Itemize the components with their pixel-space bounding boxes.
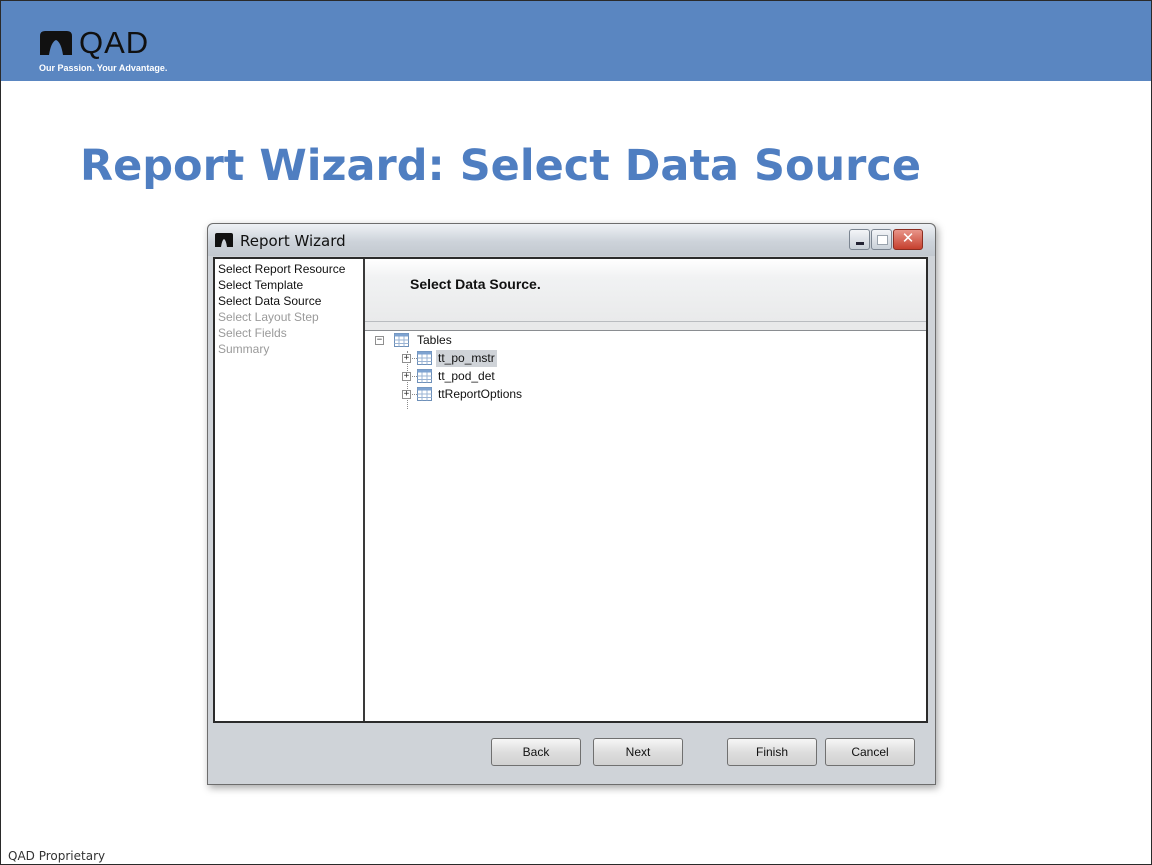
expand-icon[interactable]: + [402,390,411,399]
footer-text: QAD Proprietary [8,849,106,863]
step-select-template: Select Template [218,278,304,292]
tree-node-label: tt_po_mstr [436,350,497,367]
tree-node-tt-po-mstr[interactable]: + tt_po_mstr [402,350,602,368]
header-separator [365,322,926,331]
window-title: Report Wizard [240,232,346,250]
slide: QAD Our Passion. Your Advantage. Report … [0,0,1152,865]
step-select-fields: Select Fields [218,326,287,340]
table-icon [417,351,432,365]
wizard-button-bar: Back Next Finish Cancel [208,724,935,784]
back-button[interactable]: Back [491,738,581,766]
close-icon: ✕ [901,229,915,247]
table-icon [417,387,432,401]
cancel-button[interactable]: Cancel [825,738,915,766]
tree-node-ttreportoptions[interactable]: + ttReportOptions [402,386,622,404]
maximize-button[interactable] [871,229,892,250]
maximize-icon [877,235,888,245]
step-select-layout-step: Select Layout Step [218,310,319,324]
window-titlebar[interactable]: Report Wizard ✕ [208,224,935,256]
step-select-data-source: Select Data Source [218,294,322,308]
expand-icon[interactable]: + [402,354,411,363]
page-title: Report Wizard: Select Data Source [80,141,921,191]
table-icon [394,333,409,347]
header-banner: QAD Our Passion. Your Advantage. [1,1,1151,81]
minimize-icon [856,242,864,245]
wizard-body: Select Report Resource Select Template S… [213,257,928,723]
tree-node-label: Tables [417,333,452,347]
wizard-steps-panel: Select Report Resource Select Template S… [215,259,365,721]
step-summary: Summary [218,342,270,356]
collapse-icon[interactable]: − [375,336,384,345]
tree-node-label: tt_pod_det [438,369,495,383]
step-header-title: Select Data Source. [410,276,541,292]
expand-icon[interactable]: + [402,372,411,381]
finish-button[interactable]: Finish [727,738,817,766]
qad-logo-mark-icon [40,31,72,55]
tree-node-tables[interactable]: − Tables [375,332,575,350]
report-wizard-window: Report Wizard ✕ Select Report Resource S… [207,223,936,785]
step-select-report-resource: Select Report Resource [218,262,346,276]
close-button[interactable]: ✕ [893,229,923,250]
brand-name: QAD [79,25,150,60]
next-button[interactable]: Next [593,738,683,766]
tree-node-label: ttReportOptions [438,387,523,401]
step-header-panel: Select Data Source. [365,259,926,322]
data-source-tree[interactable]: − Tables + tt_po_mstr + tt_pod_det + ttR… [365,331,926,721]
minimize-button[interactable] [849,229,870,250]
table-icon [417,369,432,383]
brand-tagline: Our Passion. Your Advantage. [39,63,168,73]
app-icon [215,233,233,247]
tree-node-tt-pod-det[interactable]: + tt_pod_det [402,368,602,386]
